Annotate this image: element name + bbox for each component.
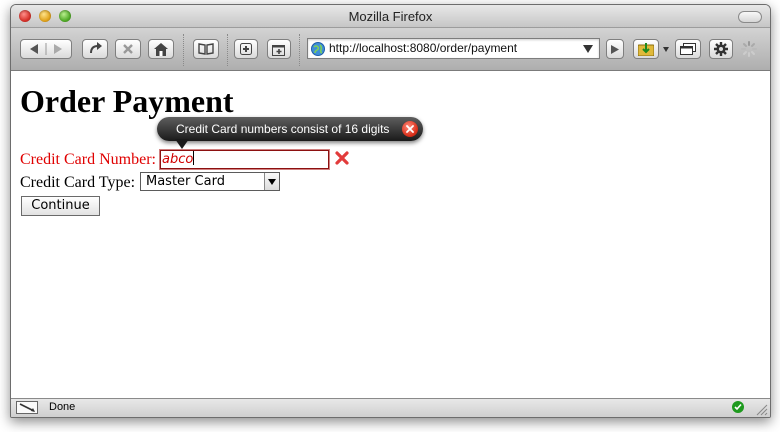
windows-icon: [680, 43, 696, 55]
title-bar: Mozilla Firefox: [11, 5, 770, 28]
window-title: Mozilla Firefox: [348, 9, 433, 24]
toolbar-separator: [227, 34, 228, 66]
download-folder-icon: [638, 43, 654, 56]
bookmarks-button[interactable]: [193, 39, 219, 59]
select-arrow-button[interactable]: [264, 173, 279, 190]
credit-card-type-select[interactable]: Master Card: [140, 172, 280, 191]
chevron-down-icon: [268, 178, 276, 185]
bookmarks-icon: [198, 43, 214, 55]
status-text: Done: [49, 401, 76, 413]
credit-card-number-input[interactable]: abco: [159, 149, 330, 170]
loading-throbber-icon: [741, 41, 757, 57]
close-icon: [406, 125, 414, 133]
new-tab-icon: [240, 43, 252, 55]
history-dropdown-icon[interactable]: [583, 45, 593, 53]
new-tab-button[interactable]: [234, 39, 258, 59]
resize-grip-icon[interactable]: [754, 402, 768, 416]
text-caret: [193, 151, 195, 165]
credit-card-type-value: Master Card: [146, 174, 225, 189]
url-text: http://localhost:8080/order/payment: [329, 41, 518, 55]
url-bar[interactable]: http://localhost:8080/order/payment: [307, 38, 600, 59]
error-x-icon: [335, 151, 349, 165]
reload-icon: [90, 42, 102, 54]
toolbar-toggle-button[interactable]: [738, 11, 762, 23]
go-button[interactable]: [606, 39, 624, 59]
status-bar: Done: [11, 398, 770, 417]
validation-tooltip: Credit Card numbers consist of 16 digits: [157, 117, 423, 149]
browser-window: Mozilla Firefox http://localhost:8080/or…: [10, 4, 771, 418]
page-content: Order Payment Credit Card Number: abco C…: [11, 71, 770, 398]
back-forward-icon: [30, 43, 62, 55]
reload-button[interactable]: [82, 39, 108, 59]
toolbar-separator: [183, 34, 184, 66]
continue-button[interactable]: Continue: [21, 196, 100, 216]
tooltip-pointer: [175, 139, 189, 149]
credit-card-number-value: abco: [162, 152, 194, 167]
stop-button[interactable]: [115, 39, 141, 59]
downloads-button[interactable]: [633, 39, 659, 59]
toolbar-separator: [299, 34, 300, 66]
gear-icon: [714, 42, 728, 56]
home-button[interactable]: [148, 39, 174, 59]
home-icon: [154, 42, 168, 56]
chevron-down-icon[interactable]: [663, 47, 669, 52]
new-window-button[interactable]: [267, 39, 291, 59]
credit-card-type-label: Credit Card Type:: [20, 174, 136, 191]
navigation-toolbar: http://localhost:8080/order/payment: [11, 28, 770, 71]
security-ok-icon: [732, 401, 744, 413]
tooltip-message: Credit Card numbers consist of 16 digits: [176, 122, 390, 136]
tooltip-close-button[interactable]: [402, 121, 418, 137]
page-title: Order Payment: [20, 83, 234, 119]
window-list-button[interactable]: [675, 39, 701, 59]
stop-icon: [123, 44, 133, 54]
globe-icon: [311, 42, 325, 56]
go-arrow-icon: [611, 44, 619, 54]
connection-icon: [16, 401, 38, 414]
settings-button[interactable]: [709, 39, 733, 59]
credit-card-number-label: Credit Card Number:: [20, 151, 156, 168]
back-forward-button[interactable]: [20, 39, 72, 59]
new-window-icon: [272, 44, 285, 56]
